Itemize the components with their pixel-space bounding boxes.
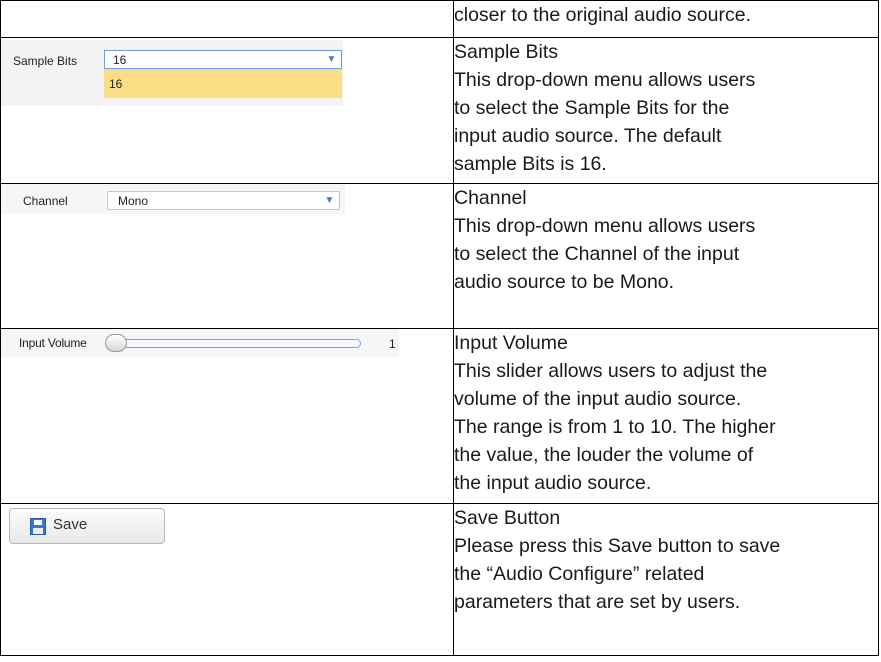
description-cell: Sample Bits This drop-down menu allows u… [453,37,879,184]
save-button[interactable]: Save [9,508,165,544]
chevron-down-icon[interactable]: ▼ [322,194,337,207]
ui-cell: Sample Bits 16 ▼ 16 [0,37,454,184]
ui-cell: Channel Mono ▼ [0,183,454,329]
sample-bits-option-label: 16 [109,77,123,91]
description-heading: Save Button [454,507,561,529]
channel-panel: Channel Mono ▼ [1,184,345,214]
table-row: Sample Bits 16 ▼ 16 Sample Bits This dro… [0,37,879,184]
description-heading: Input Volume [454,332,568,354]
description-line: volume of the input audio source. [454,388,742,410]
description-line: This slider allows users to adjust the [454,360,768,382]
channel-label: Channel [23,194,68,208]
sample-bits-selected-value: 16 [113,53,127,67]
description-line: input audio source. The default [454,125,722,147]
description-heading: Channel [454,187,527,209]
description-line: to select the Sample Bits for the [454,97,730,119]
input-volume-label: Input Volume [19,336,87,350]
sample-bits-option-highlighted[interactable]: 16 [104,69,342,98]
sample-bits-label: Sample Bits [13,54,78,68]
description-line: the “Audio Configure” related [454,563,705,585]
input-volume-value: 1 [389,337,396,351]
channel-selected-value: Mono [118,194,149,208]
ui-cell: Input Volume 1 [0,328,454,504]
description-line: This drop-down menu allows users [454,215,756,237]
input-volume-slider-thumb[interactable] [105,334,127,352]
table-row: closer to the original audio source. [0,0,879,38]
description-line: the value, the louder the volume of [454,444,754,466]
save-button-label: Save [53,516,88,533]
ui-cell: Save [0,503,454,656]
description-cell: closer to the original audio source. [453,0,879,38]
description-heading: Sample Bits [454,41,559,63]
description-line: closer to the original audio source. [454,4,752,26]
ui-cell [0,0,454,38]
description-line: Please press this Save button to save [454,535,781,557]
description-line: parameters that are set by users. [454,591,741,613]
description-line: sample Bits is 16. [454,153,607,175]
description-line: to select the Channel of the input [454,243,740,265]
table-row: Input Volume 1 Input Volume This slider … [0,328,879,504]
sample-bits-select[interactable]: 16 ▼ [104,50,342,69]
description-line: The range is from 1 to 10. The higher [454,416,776,438]
description-cell: Save Button Please press this Save butto… [453,503,879,656]
input-volume-slider-track[interactable] [111,339,361,348]
table-row: Channel Mono ▼ Channel This drop-down me… [0,183,879,329]
channel-select[interactable]: Mono ▼ [107,191,340,210]
description-line: This drop-down menu allows users [454,69,756,91]
description-line: the input audio source. [454,472,652,494]
chevron-down-icon[interactable]: ▼ [324,53,339,66]
sample-bits-panel: Sample Bits 16 ▼ 16 [1,40,343,106]
description-cell: Channel This drop-down menu allows users… [453,183,879,329]
floppy-disk-icon [30,518,46,535]
description-line: audio source to be Mono. [454,271,675,293]
description-cell: Input Volume This slider allows users to… [453,328,879,504]
input-volume-panel: Input Volume 1 [1,329,399,357]
documentation-table: closer to the original audio source. Sam… [0,0,879,656]
table-row: Save Save Button Please press this Save … [0,503,879,656]
